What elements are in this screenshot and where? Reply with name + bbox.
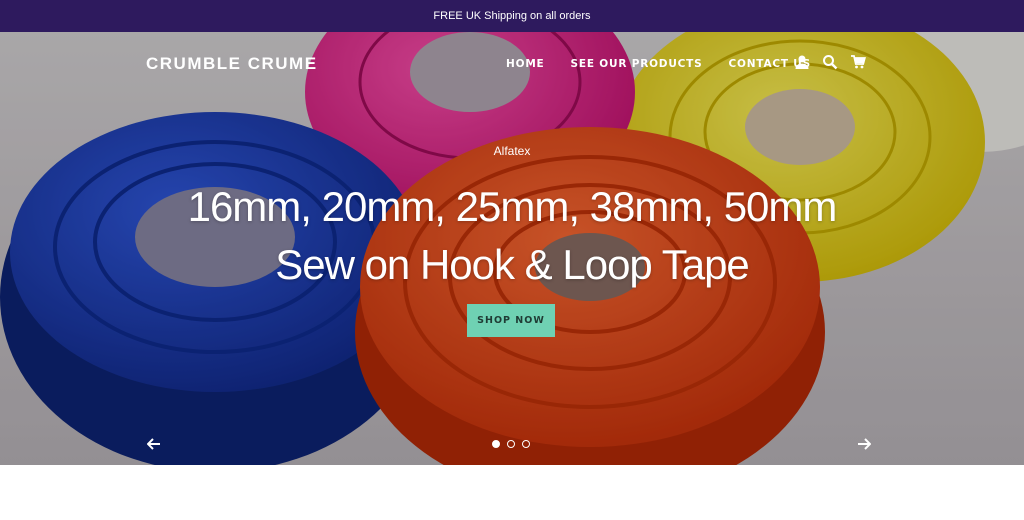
slide-dot-3[interactable] [522,440,530,448]
announcement-text: FREE UK Shipping on all orders [433,10,591,22]
hero-content: Alfatex 16mm, 20mm, 25mm, 38mm, 50mm Sew… [0,32,1024,465]
hero-headline-line1: 16mm, 20mm, 25mm, 38mm, 50mm [187,183,838,230]
hero-headline-line2: Sew on Hook & Loop Tape [275,241,750,288]
arrow-left-icon[interactable] [146,438,162,452]
hero-eyebrow: Alfatex [493,144,531,158]
slider-dots [492,440,537,448]
slide-dot-1[interactable] [492,440,500,448]
announcement-bar: FREE UK Shipping on all orders [0,0,1024,32]
arrow-right-icon[interactable] [856,438,872,452]
slide-dot-2[interactable] [507,440,515,448]
hero-headline: 16mm, 20mm, 25mm, 38mm, 50mm Sew on Hook… [0,178,1024,294]
shop-now-button[interactable]: SHOP NOW [467,304,555,337]
